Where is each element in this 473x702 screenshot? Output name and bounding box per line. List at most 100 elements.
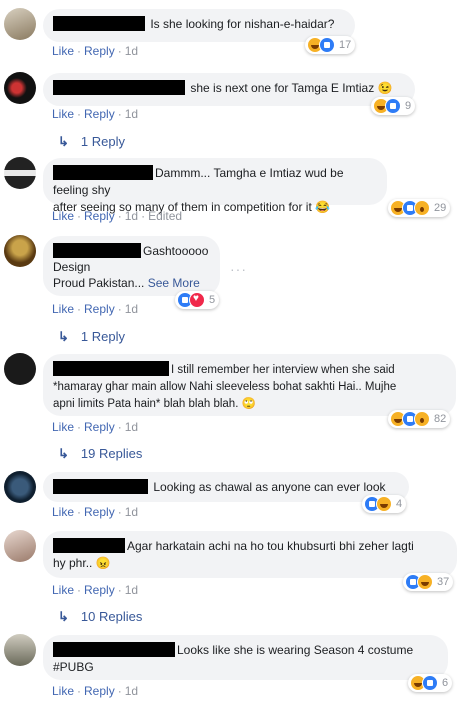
- reply-arrow-icon: ↳: [58, 446, 69, 461]
- comment-line: I still remember her interview when she …: [53, 361, 446, 379]
- avatar[interactable]: [4, 157, 36, 189]
- timestamp[interactable]: 1d: [125, 107, 138, 121]
- reply-link[interactable]: Reply: [84, 302, 115, 316]
- reply-link[interactable]: Reply: [84, 107, 115, 121]
- reply-link[interactable]: Reply: [84, 44, 115, 58]
- comment-actions: Like · Reply · 1d: [52, 583, 139, 597]
- timestamp[interactable]: 1d: [125, 583, 138, 597]
- reaction-summary[interactable]: 29: [388, 199, 451, 217]
- reply-link[interactable]: Reply: [84, 209, 115, 223]
- avatar[interactable]: [4, 235, 36, 267]
- comment-line: Dammm... Tamgha e Imtiaz wud be feeling …: [53, 165, 377, 199]
- reaction-count: 5: [209, 294, 216, 306]
- avatar[interactable]: [4, 353, 36, 385]
- comment-text: Looks like she is wearing Season 4 costu…: [177, 643, 414, 657]
- reaction-summary[interactable]: 37: [403, 573, 454, 591]
- like-link[interactable]: Like: [52, 420, 74, 434]
- avatar[interactable]: [4, 634, 36, 666]
- redacted-name: [53, 243, 141, 258]
- timestamp[interactable]: 1d: [125, 684, 138, 698]
- avatar[interactable]: [4, 8, 36, 40]
- reaction-count: 9: [405, 100, 412, 112]
- comment-text: Agar harkatain achi na ho tou khubsurti …: [127, 539, 414, 553]
- replies-label: 10 Replies: [80, 609, 143, 624]
- comment-line: Gashtooooo: [53, 243, 210, 259]
- comment-line: #PUBG: [53, 660, 94, 674]
- edited-label[interactable]: Edited: [148, 209, 182, 223]
- comment-text: Looking as chawal as anyone can ever loo…: [153, 480, 386, 494]
- like-link[interactable]: Like: [52, 44, 74, 58]
- comment-line: *hamaray ghar main allow Nahi sleeveless…: [53, 381, 397, 393]
- more-options-icon[interactable]: ···: [230, 261, 247, 277]
- replies-label: 19 Replies: [80, 446, 143, 461]
- love-react-icon: [189, 292, 205, 308]
- reply-link[interactable]: Reply: [84, 684, 115, 698]
- like-react-icon: [385, 98, 401, 114]
- reaction-summary[interactable]: 82: [388, 410, 451, 428]
- like-link[interactable]: Like: [52, 107, 74, 121]
- timestamp[interactable]: 1d: [125, 420, 138, 434]
- comment-bubble: Gashtooooo Design Proud Pakistan... See …: [43, 236, 220, 296]
- comment-bubble: I still remember her interview when she …: [43, 354, 456, 416]
- timestamp[interactable]: 1d: [125, 44, 138, 58]
- reply-link[interactable]: Reply: [84, 505, 115, 519]
- redacted-name: [53, 361, 169, 376]
- like-link[interactable]: Like: [52, 684, 74, 698]
- like-link[interactable]: Like: [52, 209, 74, 223]
- reaction-count: 37: [437, 576, 450, 588]
- wow-react-icon: [414, 200, 430, 216]
- reaction-summary[interactable]: 5: [175, 291, 220, 309]
- avatar[interactable]: [4, 72, 36, 104]
- comment-line: Looks like she is wearing Season 4 costu…: [53, 642, 438, 659]
- reply-arrow-icon: ↳: [58, 134, 69, 149]
- like-link[interactable]: Like: [52, 505, 74, 519]
- reply-arrow-icon: ↳: [58, 329, 69, 344]
- like-link[interactable]: Like: [52, 583, 74, 597]
- timestamp[interactable]: 1d: [125, 209, 138, 223]
- haha-react-icon: [417, 574, 433, 590]
- timestamp[interactable]: 1d: [125, 302, 138, 316]
- reply-arrow-icon: ↳: [58, 609, 69, 624]
- comment-line: apni limits Pata hain* blah blah blah. 🙄: [53, 398, 256, 410]
- comment-line: hy phr.. 😠: [53, 556, 111, 570]
- like-react-icon: [422, 675, 438, 691]
- comment-actions: Like · Reply · 1d: [52, 107, 139, 121]
- redacted-name: [53, 165, 153, 180]
- redacted-name: [53, 16, 145, 31]
- redacted-name: [53, 538, 125, 553]
- reaction-summary[interactable]: 17: [305, 36, 356, 54]
- replies-label: 1 Reply: [80, 134, 125, 149]
- reaction-count: 17: [339, 39, 352, 51]
- reaction-summary[interactable]: 9: [371, 97, 416, 115]
- redacted-name: [53, 80, 185, 95]
- avatar[interactable]: [4, 530, 36, 562]
- comment-actions: Like · Reply · 1d: [52, 44, 139, 58]
- comment-line: Design: [53, 260, 91, 274]
- comment-actions: Like · Reply · 1d: [52, 420, 139, 434]
- timestamp[interactable]: 1d: [125, 505, 138, 519]
- like-link[interactable]: Like: [52, 302, 74, 316]
- comment-line: Proud Pakistan... See More: [53, 275, 210, 291]
- see-more-link[interactable]: See More: [148, 276, 200, 290]
- redacted-name: [53, 642, 175, 657]
- comment-actions: Like · Reply · 1d: [52, 302, 139, 316]
- view-replies-link[interactable]: ↳ 1 Reply: [58, 134, 125, 150]
- reaction-count: 4: [396, 498, 403, 510]
- avatar[interactable]: [4, 471, 36, 503]
- reaction-summary[interactable]: 4: [362, 495, 407, 513]
- comment-text: Gashtooooo: [143, 244, 209, 258]
- reply-link[interactable]: Reply: [84, 420, 115, 434]
- comment-text: Is she looking for nishan-e-haidar?: [150, 17, 335, 31]
- comment-bubble: Looking as chawal as anyone can ever loo…: [43, 472, 409, 502]
- view-replies-link[interactable]: ↳ 10 Replies: [58, 609, 142, 625]
- haha-react-icon: [376, 496, 392, 512]
- comment-bubble: Dammm... Tamgha e Imtiaz wud be feeling …: [43, 158, 387, 214]
- comment-text: I still remember her interview when she …: [171, 364, 395, 376]
- reaction-count: 6: [442, 677, 449, 689]
- reaction-summary[interactable]: 6: [408, 674, 453, 692]
- view-replies-link[interactable]: ↳ 19 Replies: [58, 446, 142, 462]
- reply-link[interactable]: Reply: [84, 583, 115, 597]
- comment-bubble: Agar harkatain achi na ho tou khubsurti …: [43, 531, 457, 578]
- reaction-count: 29: [434, 202, 447, 214]
- view-replies-link[interactable]: ↳ 1 Reply: [58, 329, 125, 345]
